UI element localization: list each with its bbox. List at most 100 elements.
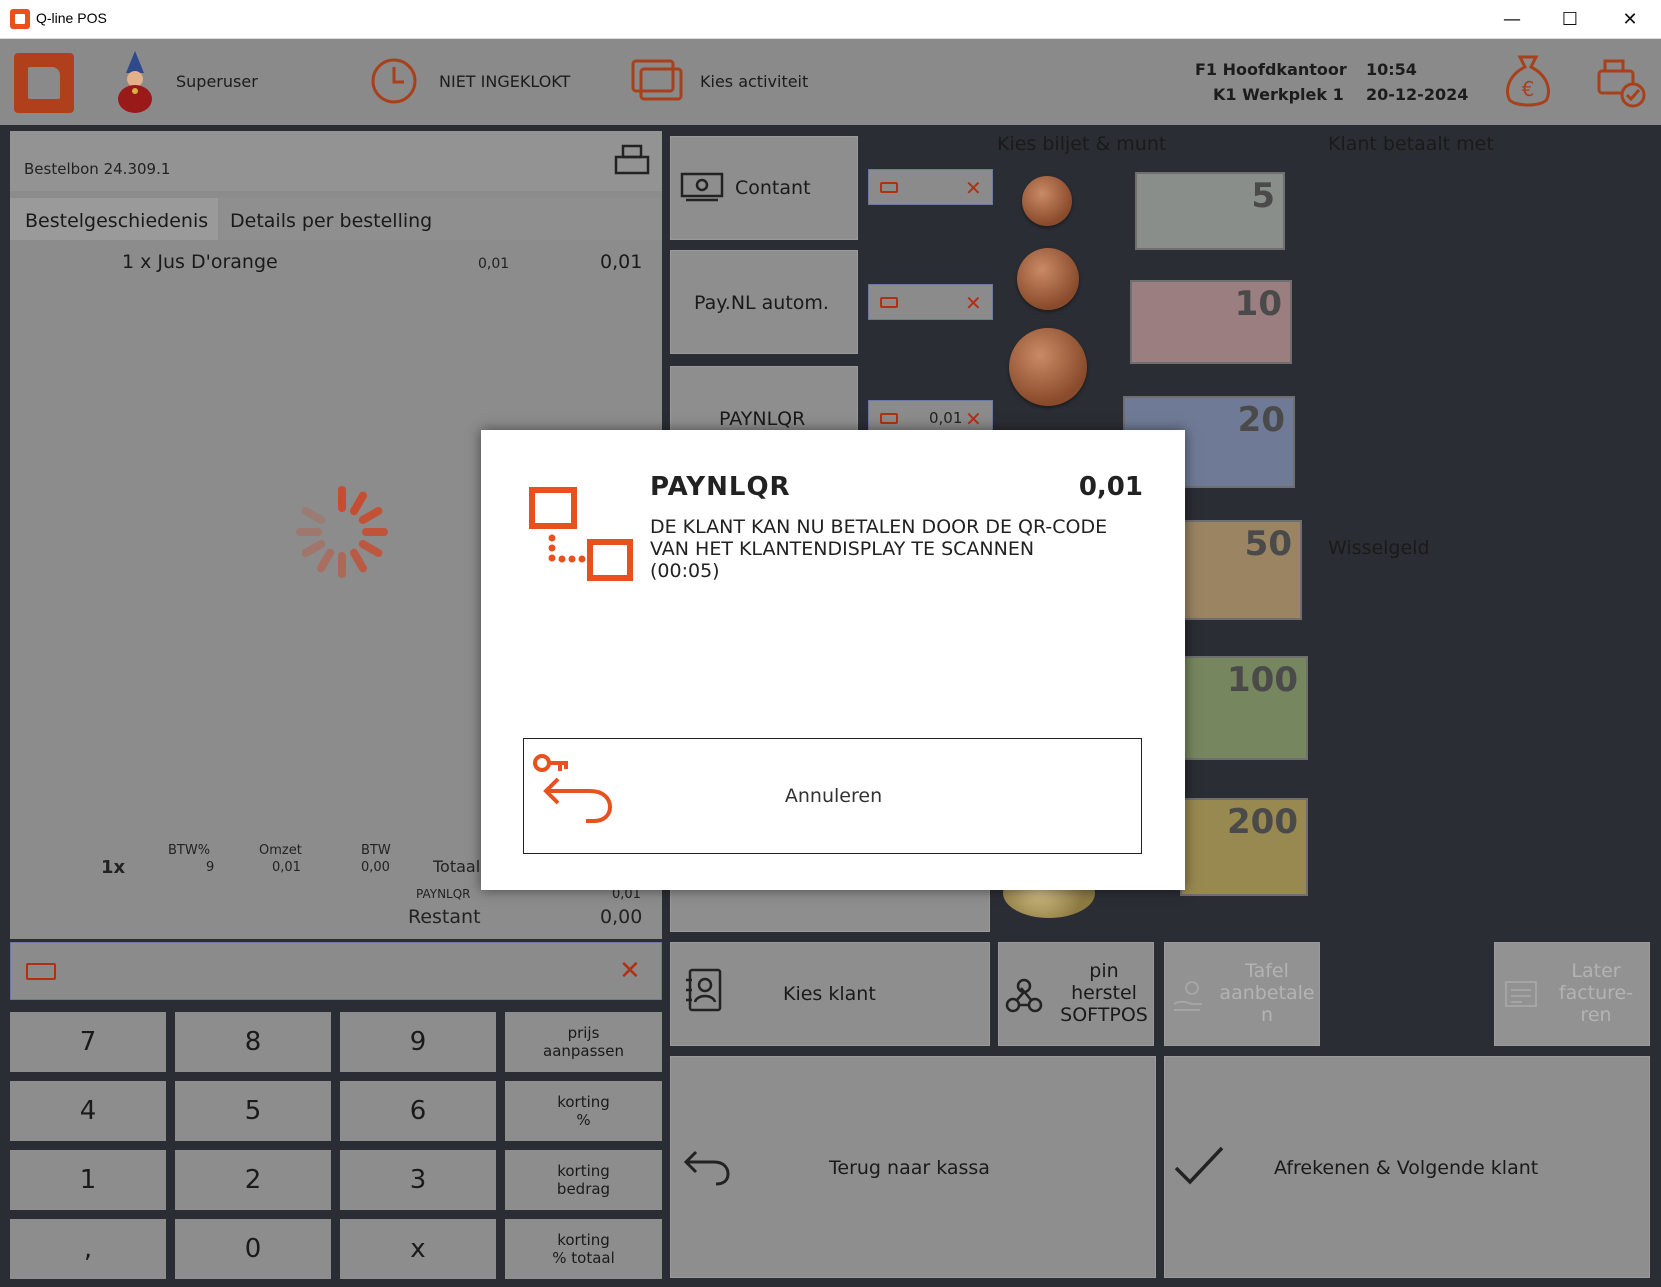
wizard-avatar-icon[interactable] bbox=[110, 51, 160, 113]
summary-btw: 0,00 bbox=[361, 860, 390, 875]
clear-input-icon[interactable]: ✕ bbox=[619, 956, 641, 986]
summary-btw-pct: 9 bbox=[206, 860, 215, 875]
dialog-amount: 0,01 bbox=[1078, 472, 1143, 502]
banknote-50[interactable]: 50 bbox=[1180, 520, 1302, 620]
brand-logo-icon[interactable] bbox=[14, 53, 74, 113]
activity-label[interactable]: Kies activiteit bbox=[700, 72, 808, 91]
cancel-label: Annuleren bbox=[784, 785, 883, 807]
discount-total-line2: % totaal bbox=[552, 1249, 615, 1267]
discount-percent-button[interactable]: korting % bbox=[505, 1081, 662, 1141]
summary-restant-label: Restant bbox=[408, 906, 481, 928]
webhook-icon bbox=[1004, 976, 1044, 1016]
summary-omzet-label: Omzet bbox=[259, 843, 302, 858]
table-deposit-line3: n bbox=[1260, 1004, 1274, 1026]
order-line-desc[interactable]: 1 x Jus D'orange bbox=[122, 251, 278, 273]
checkout-next-customer-label: Afrekenen & Volgende klant bbox=[1274, 1157, 1539, 1179]
key-1[interactable]: 1 bbox=[10, 1150, 166, 1210]
change-label: Wisselgeld bbox=[1328, 537, 1430, 559]
pin-restore-line2: herstel bbox=[1071, 982, 1137, 1004]
summary-btw-label: BTW bbox=[361, 843, 391, 858]
user-name[interactable]: Superuser bbox=[176, 72, 258, 91]
coin-2-cent[interactable] bbox=[1017, 248, 1079, 310]
key-3[interactable]: 3 bbox=[340, 1150, 496, 1210]
key-9[interactable]: 9 bbox=[340, 1012, 496, 1072]
invoice-icon bbox=[1504, 978, 1538, 1010]
choose-customer-label: Kies klant bbox=[783, 983, 876, 1005]
keyboard-icon[interactable] bbox=[26, 963, 56, 980]
printer-icon[interactable] bbox=[614, 143, 650, 177]
dialog-message: DE KLANT KAN NU BETALEN DOOR DE QR-CODE … bbox=[650, 516, 1140, 582]
clear-contant-icon[interactable]: ✕ bbox=[965, 176, 982, 200]
keypad-input[interactable] bbox=[10, 942, 662, 1000]
order-line-total: 0,01 bbox=[600, 251, 643, 273]
invoice-later-line2: facture- bbox=[1558, 982, 1634, 1004]
key-4[interactable]: 4 bbox=[10, 1081, 166, 1141]
cancel-button[interactable]: Annuleren bbox=[523, 738, 1142, 854]
discount-percent-line1: korting bbox=[557, 1093, 610, 1111]
payment-paynlqr-label: PAYNLQR bbox=[719, 408, 806, 430]
dialog-countdown: (00:05) bbox=[650, 560, 720, 582]
current-time: 10:54 bbox=[1366, 60, 1417, 79]
title-bar: Q-line POS — ☐ ✕ bbox=[0, 0, 1661, 39]
keyboard-icon[interactable] bbox=[880, 413, 898, 424]
key-x[interactable]: x bbox=[340, 1219, 496, 1279]
register-check-icon[interactable] bbox=[1595, 57, 1647, 109]
table-deposit-line2: aanbetale bbox=[1219, 982, 1315, 1004]
current-date: 20-12-2024 bbox=[1366, 85, 1469, 104]
key-5[interactable]: 5 bbox=[175, 1081, 331, 1141]
payment-contant-label: Contant bbox=[735, 177, 811, 199]
undo-arrow-icon bbox=[682, 1146, 732, 1188]
key-6[interactable]: 6 bbox=[340, 1081, 496, 1141]
banknote-100[interactable]: 100 bbox=[1180, 656, 1308, 760]
clear-paynl-icon[interactable]: ✕ bbox=[965, 291, 982, 315]
maximize-button[interactable]: ☐ bbox=[1541, 0, 1599, 39]
discount-amount-line2: bedrag bbox=[556, 1180, 611, 1198]
discount-percent-line2: % bbox=[576, 1111, 591, 1129]
pin-restore-line1: pin bbox=[1089, 960, 1119, 982]
pin-restore-line3: SOFTPOS bbox=[1060, 1004, 1148, 1026]
discount-total-line1: korting bbox=[557, 1231, 610, 1249]
minimize-button[interactable]: — bbox=[1483, 0, 1541, 39]
tab-details-label: Details per bestelling bbox=[230, 210, 433, 232]
cash-icon bbox=[680, 172, 724, 204]
key-7[interactable]: 7 bbox=[10, 1012, 166, 1072]
app-header: Superuser NIET INGEKLOKT Kies activiteit… bbox=[0, 39, 1661, 125]
invoice-later-line3: ren bbox=[1580, 1004, 1612, 1026]
app-logo-icon bbox=[10, 9, 30, 29]
contact-card-icon bbox=[684, 968, 724, 1014]
table-deposit-line1: Tafel bbox=[1245, 960, 1289, 982]
customer-pays-with-label: Klant betaalt met bbox=[1328, 133, 1494, 155]
money-bag-icon[interactable]: € bbox=[1503, 53, 1553, 109]
invoice-later-label: Later facture- ren bbox=[1546, 960, 1646, 1026]
summary-payment-label: PAYNLQR bbox=[416, 887, 471, 901]
svg-text:€: € bbox=[1522, 77, 1535, 101]
discount-total-button[interactable]: korting % totaal bbox=[505, 1219, 662, 1279]
key-2[interactable]: 2 bbox=[175, 1150, 331, 1210]
key-8[interactable]: 8 bbox=[175, 1012, 331, 1072]
clock-icon[interactable] bbox=[370, 57, 418, 105]
summary-restant-value: 0,00 bbox=[600, 906, 643, 928]
activity-icon[interactable] bbox=[631, 59, 683, 103]
price-adjust-button[interactable]: prijs aanpassen bbox=[505, 1012, 662, 1072]
key-0[interactable]: 0 bbox=[175, 1219, 331, 1279]
key-comma[interactable]: , bbox=[10, 1219, 166, 1279]
banknote-5[interactable]: 5 bbox=[1135, 172, 1285, 250]
dialog-message-line1: DE KLANT KAN NU BETALEN DOOR DE QR-CODE bbox=[650, 516, 1108, 538]
coin-5-cent[interactable] bbox=[1009, 328, 1087, 406]
clock-status[interactable]: NIET INGEKLOKT bbox=[439, 72, 570, 91]
tab-bestelgeschiedenis-label: Bestelgeschiedenis bbox=[25, 210, 209, 232]
banknote-10[interactable]: 10 bbox=[1130, 280, 1292, 364]
clear-paynlqr-icon[interactable]: ✕ bbox=[965, 407, 982, 431]
price-adjust-line1: prijs bbox=[567, 1024, 600, 1042]
table-deposit-label: Tafel aanbetale n bbox=[1214, 960, 1320, 1026]
banknote-200[interactable]: 200 bbox=[1180, 798, 1308, 896]
discount-amount-button[interactable]: korting bedrag bbox=[505, 1150, 662, 1210]
keyboard-icon[interactable] bbox=[880, 297, 898, 308]
back-to-register-label: Terug naar kassa bbox=[829, 1157, 990, 1179]
hand-coin-icon bbox=[1172, 978, 1206, 1014]
location-line1: F1 Hoofdkantoor bbox=[1195, 60, 1347, 79]
order-line-unit: 0,01 bbox=[478, 256, 510, 272]
coin-1-cent[interactable] bbox=[1022, 176, 1072, 226]
close-button[interactable]: ✕ bbox=[1601, 0, 1659, 39]
keyboard-icon[interactable] bbox=[880, 182, 898, 193]
